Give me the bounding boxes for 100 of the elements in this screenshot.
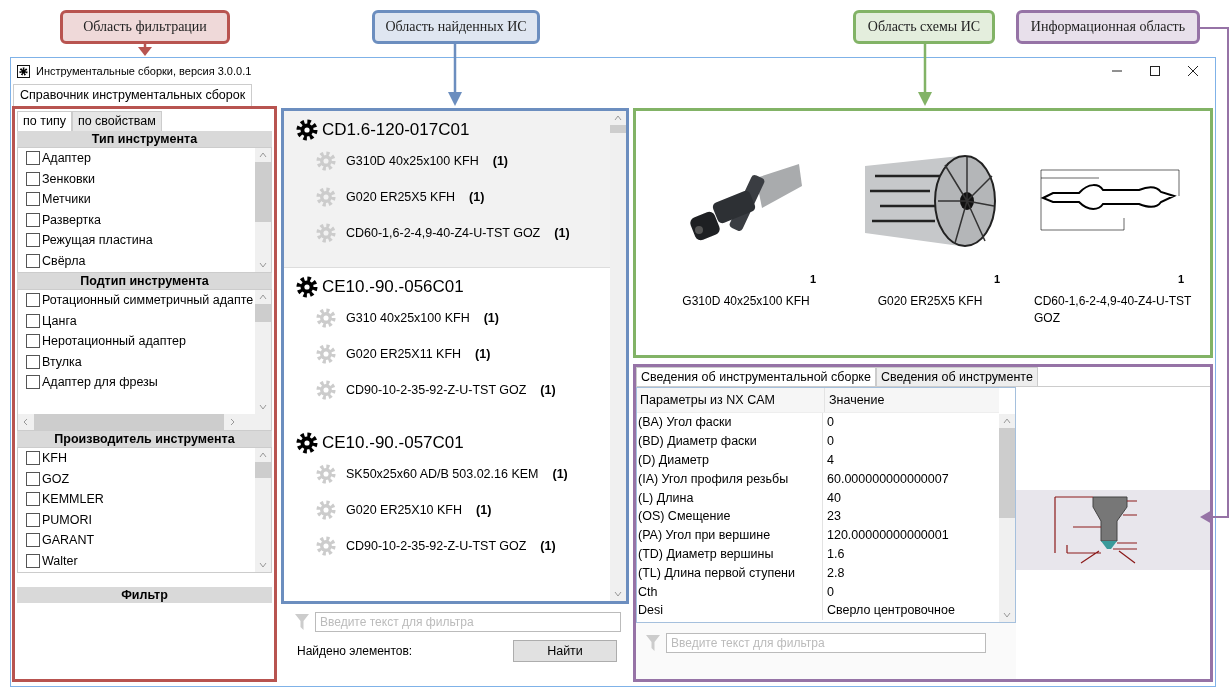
checkbox-label[interactable]: Цанга [42,313,77,328]
column-header[interactable]: Значение [825,393,885,407]
checkbox-label[interactable]: PUMORI [42,512,92,527]
checkbox[interactable] [26,375,40,390]
component-count: (1) [469,190,485,204]
checkbox-label[interactable]: KEMMLER [42,492,104,507]
checkbox-label[interactable]: Адаптер для фрезы [42,375,158,390]
assembly-item[interactable]: CD1.6-120-017C01 G310D 40x25x100 KFH (1) G020 ER25X5 KFH (1) CD60-1,6-2-4,9-40-Z4-U-TST GOZ (1) [284,111,610,268]
component-count: (1) [540,539,556,553]
tab[interactable]: Сведения об инструментальной сборке [636,367,876,386]
checkbox-label[interactable]: Свёрла [42,253,86,268]
scrollbar[interactable] [255,448,271,572]
gear-icon [316,344,336,364]
component-count: (1) [476,503,492,517]
checkbox[interactable] [26,313,40,328]
scrollbar[interactable] [255,290,271,414]
component-count: (1) [554,226,570,240]
scroll-thumb[interactable] [255,162,271,222]
gear-icon [316,500,336,520]
checkbox[interactable] [26,471,40,486]
component-count: (1) [475,347,491,361]
component-count: (1) [540,383,556,397]
tab[interactable]: по свойствам [71,111,162,131]
scrollbar[interactable] [610,111,626,601]
table-cell-text: 0 [826,415,834,430]
checkbox-label[interactable]: Метчики [42,192,91,207]
scroll-thumb[interactable] [255,462,271,478]
tab[interactable]: Сведения об инструменте [875,367,1038,386]
checkbox[interactable] [26,293,40,308]
table-cell-text: 0 [826,434,834,449]
horizontal-scrollbar[interactable] [18,414,271,430]
checkbox-label[interactable]: KFH [42,451,67,466]
tab[interactable]: по типу [17,111,72,131]
scroll-thumb[interactable] [999,428,1015,518]
gear-icon [296,119,318,141]
component-count: (1) [492,154,508,168]
checkbox[interactable] [26,334,40,349]
close-icon[interactable] [1187,65,1199,77]
checkbox[interactable] [26,553,40,568]
checkbox[interactable] [26,212,40,227]
tab[interactable]: Справочник инструментальных сборок [13,84,253,106]
table-cell: (BD) Диаметр фаски [637,431,823,451]
checkbox-label[interactable]: Зенковки [42,171,96,186]
table-cell-text: 2.8 [826,565,845,580]
component-name: CD90-10-2-35-92-Z-U-TST GOZ [346,539,527,553]
find-button[interactable]: Найти [513,640,617,662]
checkbox[interactable] [26,512,40,527]
filter-input[interactable]: Введите текст для фильтра [666,633,986,653]
quantity-label: 1 [808,273,817,285]
table-cell: Desi [637,600,823,620]
table-cell-text: 120.00000000000001 [826,528,949,543]
checkbox-label[interactable]: GOZ [42,471,70,486]
checkbox-label[interactable]: Адаптер [42,151,91,166]
checkbox[interactable] [26,192,40,207]
checkbox-label[interactable]: Развертка [42,212,101,227]
component-name: G020 ER25X10 KFH [346,503,463,517]
checkbox-label[interactable]: Неротационный адаптер [42,334,186,349]
checkbox-label[interactable]: Walter [42,553,78,568]
filter-input[interactable]: Введите текст для фильтра [315,612,621,632]
tool-caption: G310D 40x25x100 KFH [681,293,811,310]
component-name: G020 ER25X11 KFH [346,347,462,361]
assembly-name: CE10.-90.-056C01 [322,277,464,297]
group-header: Тип инструмента [17,131,272,147]
scroll-thumb[interactable] [610,125,626,133]
checkbox-label[interactable]: Режущая пластина [42,233,153,248]
checkbox[interactable] [26,354,40,369]
checkbox[interactable] [26,151,40,166]
filter-icon [295,614,309,630]
checkbox[interactable] [26,171,40,186]
maximize-icon[interactable] [1149,65,1161,77]
component-count: (1) [552,467,568,481]
tool-caption: G020 ER25X5 KFH [876,293,984,310]
checkbox[interactable] [26,233,40,248]
checkbox[interactable] [26,533,40,548]
group-header: Фильтр [17,587,272,603]
table-cell-text: 40 [826,490,841,505]
gear-icon [316,536,336,556]
table-cell-text: Сверло центровочное [826,603,955,618]
scrollbar[interactable] [999,414,1015,622]
gear-icon [316,187,336,207]
group-header: Подтип инструмента [17,273,272,289]
component-name: G310 40x25x100 KFH [346,311,470,325]
annotation-callout: Область схемы ИС [853,10,995,44]
scroll-thumb[interactable] [34,414,224,430]
annotation-callout: Область фильтрации [60,10,230,44]
column-header[interactable]: Параметры из NX CAM [637,388,825,412]
found-count-label: Найдено элементов: [297,644,413,658]
checkbox-label[interactable]: Ротационный симметричный адапте [42,293,254,308]
table-cell: (D) Диаметр [637,450,823,470]
checkbox-label[interactable]: GARANT [42,533,95,548]
checkbox[interactable] [26,451,40,466]
checkbox[interactable] [26,492,40,507]
gear-icon [296,432,318,454]
checkbox-label[interactable]: Втулка [42,354,82,369]
component-name: CD60-1,6-2-4,9-40-Z4-U-TST GOZ [346,226,541,240]
checkbox[interactable] [26,253,40,268]
quantity-label: 1 [1176,273,1185,285]
table-cell-text: 0 [826,584,834,599]
scrollbar[interactable] [255,148,271,272]
scroll-thumb[interactable] [255,304,271,322]
